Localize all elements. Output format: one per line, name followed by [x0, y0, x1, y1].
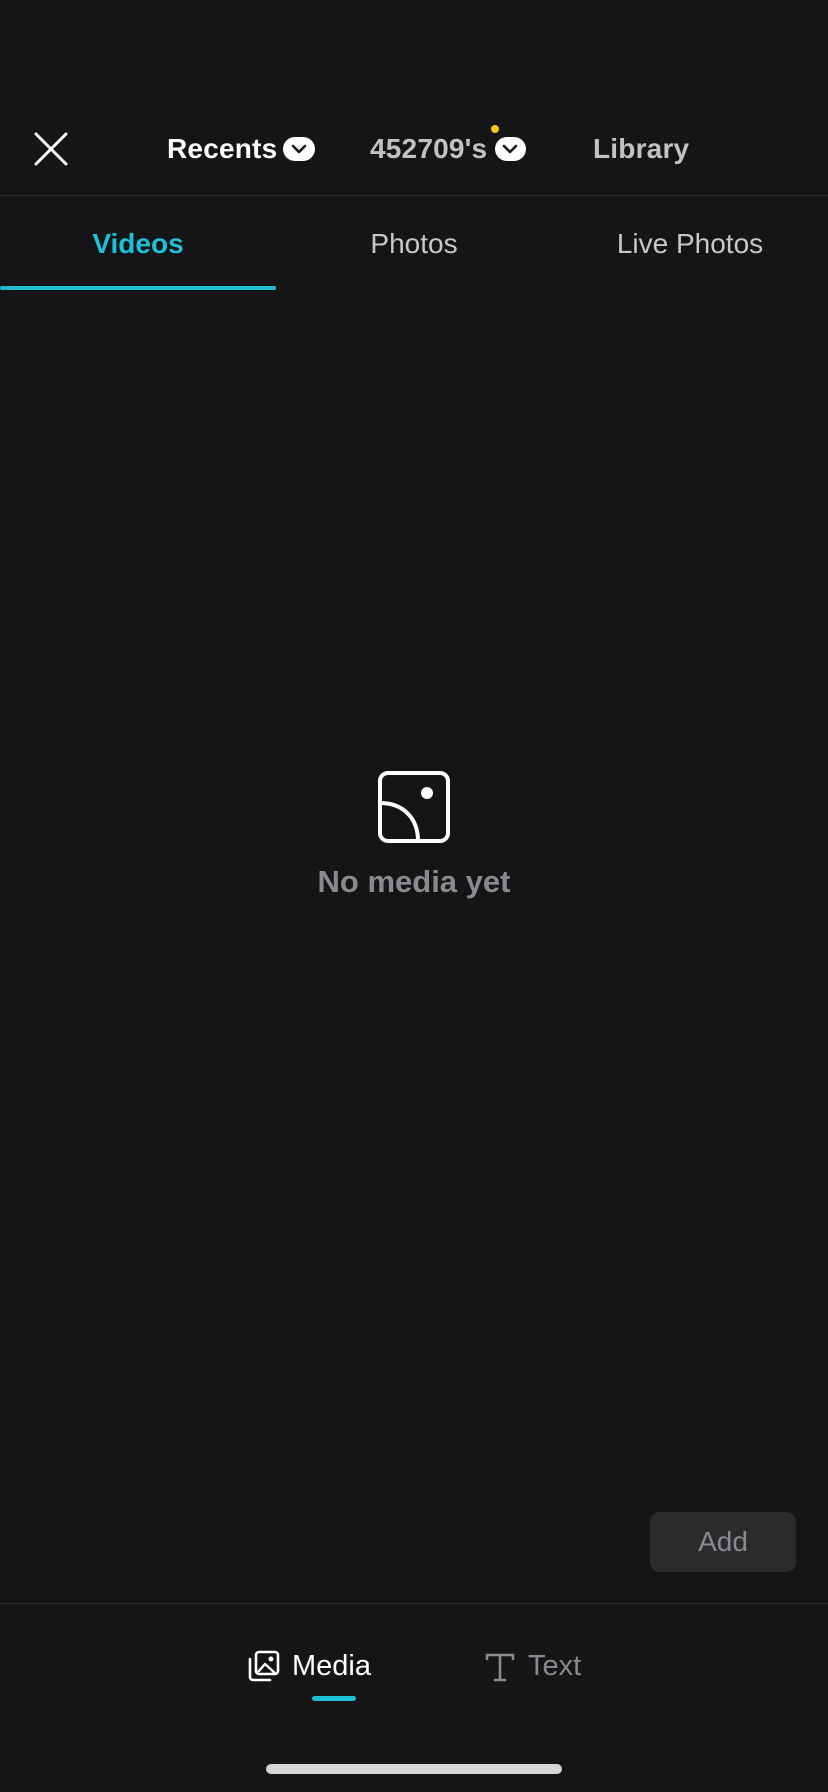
top-bar: Recents 452709's Library: [0, 88, 828, 204]
media-icon: [248, 1650, 280, 1682]
media-type-tabs: Videos Photos Live Photos: [0, 196, 828, 292]
bottom-tab-bar: Media Text: [0, 1604, 828, 1724]
tab-text-label: Text: [528, 1649, 582, 1682]
album-tab-label: Recents: [167, 133, 278, 164]
tab-live-photos[interactable]: Live Photos: [552, 196, 828, 292]
tab-videos[interactable]: Videos: [0, 196, 276, 292]
active-tab-indicator: [312, 1696, 356, 1701]
tab-media-label: Media: [292, 1649, 371, 1682]
chevron-down-icon: [283, 137, 316, 161]
album-tab-label: Library: [593, 133, 690, 164]
tab-media[interactable]: Media: [248, 1646, 371, 1686]
tab-photos[interactable]: Photos: [276, 196, 552, 292]
album-tab-library[interactable]: Library: [593, 128, 689, 170]
empty-state-message: No media yet: [317, 864, 511, 899]
empty-state: No media yet: [0, 770, 828, 900]
album-tab-recents[interactable]: Recents: [167, 128, 316, 170]
close-icon: [34, 132, 68, 166]
chevron-down-icon: [494, 137, 526, 161]
add-button[interactable]: Add: [650, 1512, 796, 1572]
album-tab-label: 452709's: [370, 133, 488, 164]
active-tab-indicator: [0, 286, 276, 290]
close-button[interactable]: [30, 128, 72, 170]
notification-dot: [491, 125, 499, 133]
tab-text[interactable]: Text: [484, 1646, 581, 1686]
text-icon: [485, 1653, 515, 1682]
no-media-icon: [377, 770, 451, 844]
home-indicator: [266, 1764, 562, 1774]
album-tab-device[interactable]: 452709's: [370, 125, 526, 170]
media-picker-screen: Recents 452709's Library Videos Photos L…: [0, 0, 828, 1792]
